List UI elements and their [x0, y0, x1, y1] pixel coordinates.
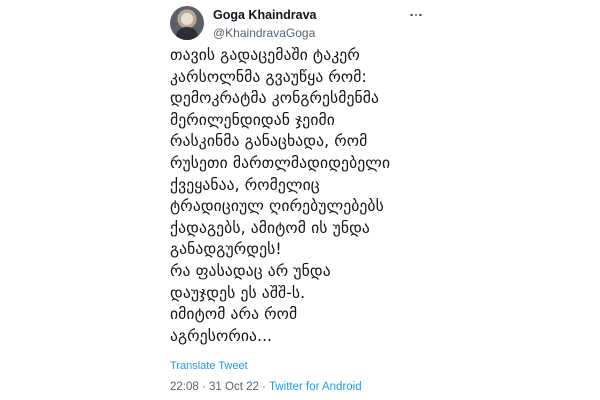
tweet-line: კარსოლნმა გვაუწყა რომ:	[170, 67, 367, 86]
tweet-line: ქადაგებს, ამიტომ ის უნდა	[170, 218, 370, 237]
more-dots-icon[interactable]	[406, 8, 426, 22]
tweet-date[interactable]: 31 Oct 22	[209, 381, 259, 393]
author-handle[interactable]: @KhaindravaGoga	[213, 26, 315, 40]
tweet-line: რუსეთი მართლმადიდებელი	[170, 153, 391, 172]
tweet-line: დაუჯდეს ეს აშშ-ს.	[170, 283, 306, 302]
tweet-line: რასკინმა განაცხადა, რომ	[170, 132, 368, 151]
tweet-line: რა ფასადაც არ უნდა	[170, 261, 331, 280]
tweet-line: თავის გადაცემაში ტაკერ	[170, 46, 360, 64]
translate-tweet-link[interactable]: Translate Tweet	[170, 360, 248, 372]
tweet-card: Goga Khaindrava @KhaindravaGoga თავის გა…	[166, 0, 430, 400]
tweet-line: მერილენდიდან ჯეიმი	[170, 110, 335, 129]
tweet-meta: 22:08 · 31 Oct 22 · Twitter for Android	[170, 381, 362, 393]
author-display-name[interactable]: Goga Khaindrava	[213, 8, 317, 22]
tweet-line: დემოკრატმა კონგრესმენმა	[170, 89, 380, 108]
avatar[interactable]	[170, 6, 204, 40]
tweet-line: ტრადიციულ ღირებულებებს	[170, 197, 384, 216]
meta-separator: ·	[262, 381, 266, 393]
tweet-time[interactable]: 22:08	[170, 381, 199, 393]
meta-separator: ·	[201, 381, 206, 393]
tweet-line: განადგურდეს!	[170, 240, 282, 259]
tweet-source-link[interactable]: Twitter for Android	[269, 381, 362, 393]
tweet-line: იმიტომ არა რომ	[170, 305, 298, 324]
tweet-text: თავის გადაცემაში ტაკერ კარსოლნმა გვაუწყა…	[170, 45, 432, 347]
tweet-line: ქვეყანაა, რომელიც	[170, 175, 320, 194]
tweet-line: აგრესორია...	[170, 326, 273, 345]
